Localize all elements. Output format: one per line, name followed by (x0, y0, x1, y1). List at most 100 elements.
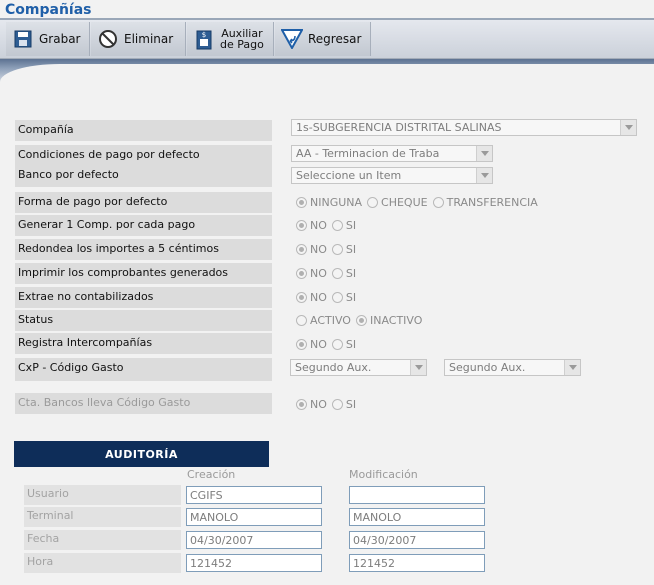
bank-account-code-si-radio[interactable] (331, 399, 343, 410)
audit-user-modification-field[interactable] (349, 486, 485, 504)
bank-account-code-option-1: SI (345, 398, 357, 411)
print-vouchers-option-0: NO (310, 267, 327, 280)
status-option-1: INACTIVO (369, 314, 423, 327)
back-button[interactable]: Regresar (275, 22, 371, 56)
audit-modification-heading: Modificación (349, 468, 418, 481)
delete-button[interactable]: Eliminar (91, 22, 186, 56)
extract-uncounted-label: Extrae no contabilizados (15, 287, 272, 308)
cxp-code-value-1: Segundo Aux. (295, 361, 372, 374)
payment-auxiliary-line2: de Pago (220, 38, 264, 51)
audit-terminal-creation-field[interactable]: MANOLO (186, 508, 322, 526)
back-label: Regresar (308, 32, 362, 46)
chevron-down-icon (476, 146, 492, 161)
payment-auxiliary-button[interactable]: $ Auxiliar de Pago (187, 22, 274, 56)
payment-conditions-select[interactable]: AA - Terminacion de Traba (291, 145, 493, 162)
payment-method-cheque-radio[interactable] (367, 197, 379, 208)
audit-date-creation-field[interactable]: 04/30/2007 (186, 531, 322, 549)
status-activo-radio[interactable] (296, 315, 307, 326)
print-vouchers-label: Imprimir los comprobantes generados (15, 263, 272, 284)
extract-uncounted-si-radio[interactable] (331, 292, 343, 303)
company-select[interactable]: 1s-SUBGERENCIA DISTRITAL SALINAS (291, 119, 637, 136)
cxp-code-select-1[interactable]: Segundo Aux. (290, 359, 427, 376)
extract-uncounted-option-0: NO (310, 291, 327, 304)
chevron-down-icon (410, 360, 426, 375)
payment-method-ninguna-radio[interactable] (296, 197, 307, 208)
save-icon (12, 28, 34, 50)
bank-account-code-radios: NO SI (294, 398, 356, 411)
audit-header: AUDITORÍA (14, 441, 269, 467)
round-amounts-label: Redondea los importes a 5 céntimos (15, 239, 272, 260)
audit-terminal-label: Terminal (24, 507, 181, 527)
delete-label: Eliminar (124, 32, 174, 46)
payment-method-option-2: TRANSFERENCIA (446, 196, 538, 209)
payment-method-transfer-radio[interactable] (432, 197, 444, 208)
default-bank-value: Seleccione un Item (296, 169, 402, 182)
round-amounts-option-1: SI (345, 243, 357, 256)
save-label: Grabar (39, 32, 81, 46)
chevron-down-icon (476, 168, 492, 183)
audit-creation-heading: Creación (187, 468, 236, 481)
audit-time-creation-field[interactable]: 121452 (186, 554, 322, 572)
payment-method-label: Forma de pago por defecto (15, 192, 272, 213)
one-voucher-option-1: SI (345, 219, 357, 232)
intercompany-option-0: NO (310, 338, 327, 351)
one-voucher-si-radio[interactable] (331, 220, 343, 231)
audit-user-creation-field[interactable]: CGIFS (186, 486, 322, 504)
save-button[interactable]: Grabar (6, 22, 90, 56)
round-amounts-si-radio[interactable] (331, 244, 343, 255)
intercompany-no-radio[interactable] (296, 339, 307, 350)
prohibited-icon (97, 28, 119, 50)
print-vouchers-option-1: SI (345, 267, 357, 280)
audit-time-label: Hora (24, 553, 181, 573)
conditions-bank-label-cell: Condiciones de pago por defecto Banco po… (15, 145, 272, 187)
audit-date-label: Fecha (24, 530, 181, 550)
default-bank-label: Banco por defecto (18, 168, 119, 181)
intercompany-si-radio[interactable] (331, 339, 343, 350)
bank-account-code-option-0: NO (310, 398, 327, 411)
print-vouchers-no-radio[interactable] (296, 268, 307, 279)
extract-uncounted-option-1: SI (345, 291, 357, 304)
payment-conditions-label: Condiciones de pago por defecto (18, 148, 200, 161)
payment-auxiliary-label: Auxiliar de Pago (220, 28, 264, 50)
chevron-down-icon (564, 360, 580, 375)
payment-method-option-0: NINGUNA (310, 196, 363, 209)
intercompany-option-1: SI (345, 338, 357, 351)
one-voucher-option-0: NO (310, 219, 327, 232)
status-inactivo-radio[interactable] (355, 315, 367, 326)
status-option-0: ACTIVO (310, 314, 351, 327)
company-label: Compañía (15, 120, 272, 141)
payment-method-option-1: CHEQUE (381, 196, 428, 209)
round-amounts-option-0: NO (310, 243, 327, 256)
cxp-code-label: CxP - Código Gasto (15, 358, 272, 381)
print-vouchers-si-radio[interactable] (331, 268, 343, 279)
one-voucher-label: Generar 1 Comp. por cada pago (15, 215, 272, 236)
cxp-code-value-2: Segundo Aux. (449, 361, 526, 374)
default-bank-select[interactable]: Seleccione un Item (291, 167, 493, 184)
round-amounts-no-radio[interactable] (296, 244, 307, 255)
bank-account-code-label: Cta. Bancos lleva Código Gasto (15, 393, 272, 414)
one-voucher-radios: NO SI (294, 219, 356, 232)
print-vouchers-radios: NO SI (294, 267, 356, 280)
status-radios: ACTIVO INACTIVO (294, 314, 422, 327)
back-arrow-icon (281, 28, 303, 50)
extract-uncounted-no-radio[interactable] (296, 292, 307, 303)
payment-method-radios: NINGUNA CHEQUE TRANSFERENCIA (294, 196, 538, 209)
header-band-curve (0, 64, 654, 86)
intercompany-label: Registra Intercompañías (15, 333, 272, 354)
payment-auxiliary-icon: $ (193, 28, 215, 50)
toolbar: Grabar Eliminar $ Auxiliar de Pago Regre… (0, 20, 654, 59)
audit-user-label: Usuario (24, 485, 181, 505)
bank-account-code-no-radio[interactable] (296, 399, 307, 410)
chevron-down-icon (620, 120, 636, 135)
page-title: Compañías (5, 2, 92, 18)
svg-text:$: $ (202, 31, 206, 39)
one-voucher-no-radio[interactable] (296, 220, 307, 231)
audit-time-modification-field[interactable]: 121452 (349, 554, 485, 572)
audit-date-modification-field[interactable]: 04/30/2007 (349, 531, 485, 549)
status-label: Status (15, 310, 272, 331)
audit-terminal-modification-field[interactable]: MANOLO (349, 508, 485, 526)
intercompany-radios: NO SI (294, 338, 356, 351)
cxp-code-select-2[interactable]: Segundo Aux. (444, 359, 581, 376)
round-amounts-radios: NO SI (294, 243, 356, 256)
company-value: 1s-SUBGERENCIA DISTRITAL SALINAS (296, 121, 502, 134)
